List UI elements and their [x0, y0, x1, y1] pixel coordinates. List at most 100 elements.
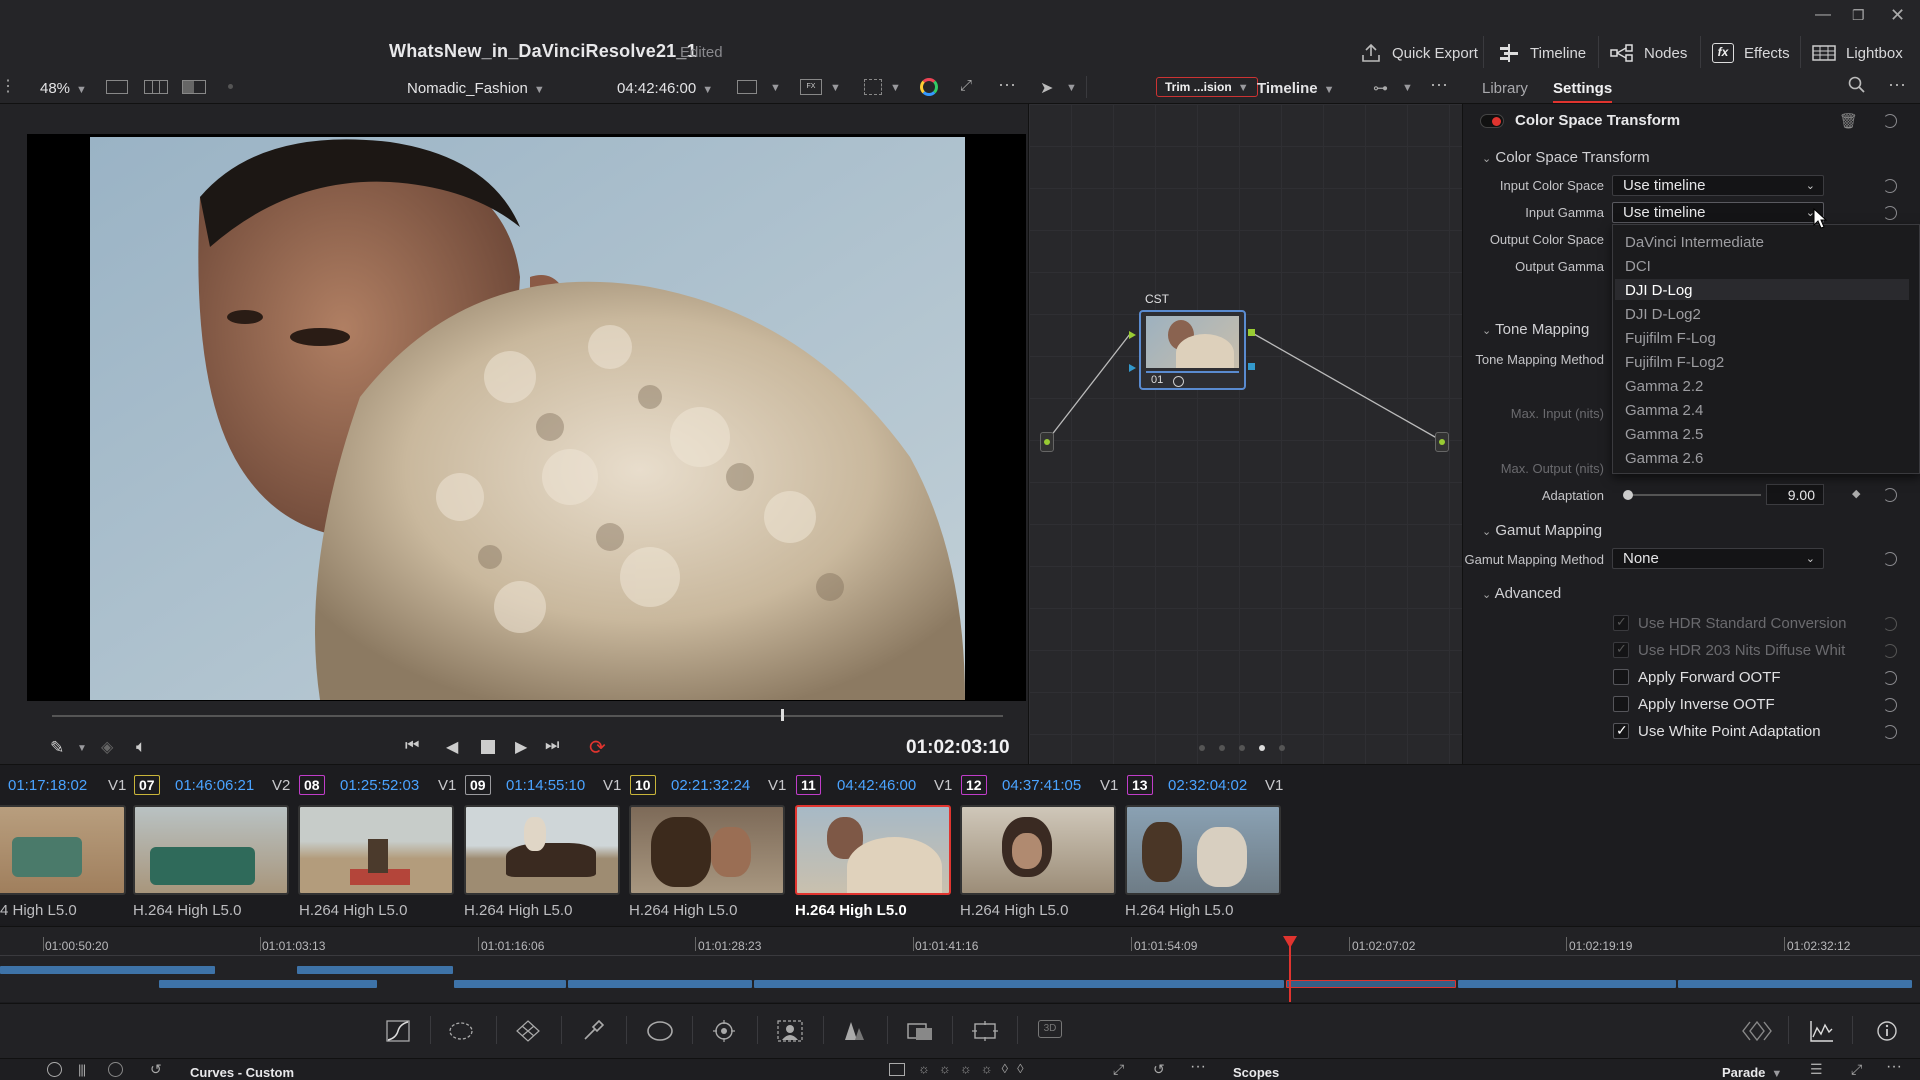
page-dots[interactable]	[1199, 745, 1285, 751]
tracker-icon[interactable]	[712, 1020, 736, 1042]
option-item[interactable]: Gamma 2.4	[1625, 402, 1703, 419]
checkbox-white-point[interactable]: ✓	[1613, 722, 1629, 739]
option-item[interactable]: DaVinci Intermediate	[1625, 234, 1764, 251]
gamut-method-select[interactable]: None ⌄	[1612, 548, 1824, 569]
split-view-icon[interactable]	[182, 80, 206, 94]
chevron-down-icon[interactable]: ▼	[770, 82, 781, 94]
target-icon[interactable]	[47, 1062, 62, 1077]
channel-icons[interactable]: ☼☼☼☼◊◊	[918, 1061, 1033, 1076]
color-warper-icon[interactable]	[448, 1020, 473, 1042]
more-options-icon[interactable]: ···	[998, 74, 1016, 95]
close-icon[interactable]: ✕	[1890, 5, 1905, 26]
input-gamma-select[interactable]: Use timeline ⌄	[1612, 202, 1824, 223]
playhead-line[interactable]	[1289, 940, 1291, 1002]
clip-thumbnail[interactable]	[1125, 805, 1281, 895]
timeline-clip-v2[interactable]	[0, 966, 215, 974]
node-graph-icon[interactable]: ⊶	[1373, 79, 1388, 97]
more-options-icon[interactable]: ···	[1190, 1058, 1206, 1076]
color-wheel-icon[interactable]	[920, 78, 938, 96]
reset-curves-icon[interactable]: ↺	[1153, 1061, 1165, 1078]
safe-area-icon[interactable]	[737, 80, 757, 94]
effect-enable-toggle[interactable]	[1480, 114, 1504, 128]
adaptation-slider-handle[interactable]	[1623, 490, 1633, 500]
node-rgb-in-icon[interactable]	[1129, 331, 1136, 339]
clip-thumbnail-selected[interactable]	[795, 805, 951, 895]
keyframe-icon[interactable]: ◆	[1852, 487, 1860, 500]
option-item[interactable]: DCI	[1625, 258, 1651, 275]
chevron-down-icon[interactable]: ▼	[77, 743, 87, 754]
option-item[interactable]: Gamma 2.5	[1625, 426, 1703, 443]
trash-icon[interactable]: 🗑︎	[1839, 112, 1858, 130]
input-gamma-dropdown-list[interactable]: DaVinci Intermediate DCI DJI D-Log DJI D…	[1612, 224, 1920, 474]
mini-timeline[interactable]	[0, 926, 1920, 1002]
chevron-down-icon[interactable]: ▼	[890, 82, 901, 94]
viewer-image[interactable]	[90, 137, 965, 700]
clip-thumbnail[interactable]	[298, 805, 454, 895]
node-output-port[interactable]	[1435, 432, 1449, 452]
scrubber-handle[interactable]	[781, 709, 784, 721]
timeline-clip-v2[interactable]	[297, 966, 453, 974]
option-item[interactable]: Fujifilm F-Log2	[1625, 354, 1724, 371]
reset-icon[interactable]	[1883, 114, 1897, 128]
info-icon[interactable]	[1876, 1020, 1900, 1042]
node-alpha-out-icon[interactable]	[1248, 363, 1255, 370]
section-cst[interactable]: ⌄ Color Space Transform	[1482, 149, 1650, 166]
zoom-dropdown[interactable]: 48% ▼	[40, 80, 87, 97]
tab-settings[interactable]: Settings	[1553, 80, 1612, 97]
section-advanced[interactable]: ⌄ Advanced	[1482, 585, 1561, 602]
timeline-clip-v1[interactable]	[754, 980, 1284, 988]
quick-export-button[interactable]: Quick Export	[1360, 40, 1478, 66]
timeline-clip-v1[interactable]	[454, 980, 566, 988]
timeline-button[interactable]: Timeline	[1498, 40, 1586, 66]
mode-dropdown[interactable]: Timeline ▼	[1257, 80, 1334, 97]
window-icon[interactable]	[646, 1020, 673, 1042]
compare-icon[interactable]	[1742, 1020, 1772, 1042]
node-alpha-in-icon[interactable]	[1129, 364, 1136, 372]
magic-mask-icon[interactable]	[777, 1020, 803, 1042]
adaptation-value[interactable]: 9.00	[1766, 484, 1824, 505]
chevron-down-icon[interactable]: ▼	[1066, 82, 1077, 94]
trim-dropdown[interactable]: Trim ...ision ▼	[1156, 77, 1258, 97]
play-icon[interactable]: ▶	[515, 737, 527, 757]
go-to-end-icon[interactable]: ⏭︎	[545, 737, 560, 755]
reset-icon[interactable]	[1883, 206, 1897, 220]
scope-settings-icon[interactable]: ☰	[1810, 1061, 1823, 1078]
adaptation-slider[interactable]	[1627, 494, 1761, 496]
blur-icon[interactable]	[843, 1020, 867, 1042]
go-to-start-icon[interactable]: ⏮︎	[405, 737, 420, 755]
option-item[interactable]: Fujifilm F-Log	[1625, 330, 1716, 347]
lightbox-button[interactable]: Lightbox	[1812, 40, 1903, 66]
loop-icon[interactable]: ⟳	[589, 735, 606, 760]
option-item[interactable]: DJI D-Log	[1625, 282, 1693, 299]
grid-view-icon[interactable]	[144, 80, 168, 94]
node-rgb-out-icon[interactable]	[1248, 329, 1255, 336]
timeline-clip-current[interactable]	[1286, 980, 1456, 988]
nodes-button[interactable]: Nodes	[1610, 40, 1687, 66]
volume-icon[interactable]: 🔈︎	[136, 737, 146, 757]
pointer-icon[interactable]: ➤	[1040, 78, 1053, 98]
cst-node[interactable]: 01	[1139, 310, 1246, 390]
checkbox-forward-ootf[interactable]	[1613, 669, 1629, 685]
more-options-icon[interactable]: ···	[1888, 74, 1906, 95]
fx-view-icon[interactable]: FX	[800, 79, 822, 95]
qualifier-icon[interactable]	[516, 1020, 540, 1042]
fullscreen-icon[interactable]: ⤢	[1851, 1061, 1862, 1078]
fullscreen-icon[interactable]: ⤢	[960, 77, 972, 94]
undo-icon[interactable]: ↺	[150, 1061, 162, 1078]
eyedropper-icon[interactable]: ✎	[50, 738, 64, 758]
circle-icon[interactable]	[108, 1062, 123, 1077]
clip-thumbnail[interactable]	[0, 805, 126, 895]
scopes-icon[interactable]	[1810, 1020, 1834, 1042]
section-tone-mapping[interactable]: ⌄ Tone Mapping	[1482, 321, 1589, 338]
eyedropper-tool-icon[interactable]	[582, 1020, 606, 1042]
checkbox-inverse-ootf[interactable]	[1613, 696, 1629, 712]
overlay-icon[interactable]	[864, 79, 882, 95]
reset-icon[interactable]	[1883, 698, 1897, 712]
minimize-icon[interactable]: —	[1815, 6, 1831, 24]
reset-icon[interactable]	[1883, 552, 1897, 566]
3d-icon[interactable]: 3D	[1038, 1020, 1064, 1042]
clip-name-dropdown[interactable]: Nomadic_Fashion ▼	[407, 80, 545, 97]
clip-thumbnail[interactable]	[464, 805, 620, 895]
more-options-icon[interactable]: ⋮	[0, 76, 16, 96]
input-color-space-select[interactable]: Use timeline ⌄	[1612, 175, 1824, 196]
